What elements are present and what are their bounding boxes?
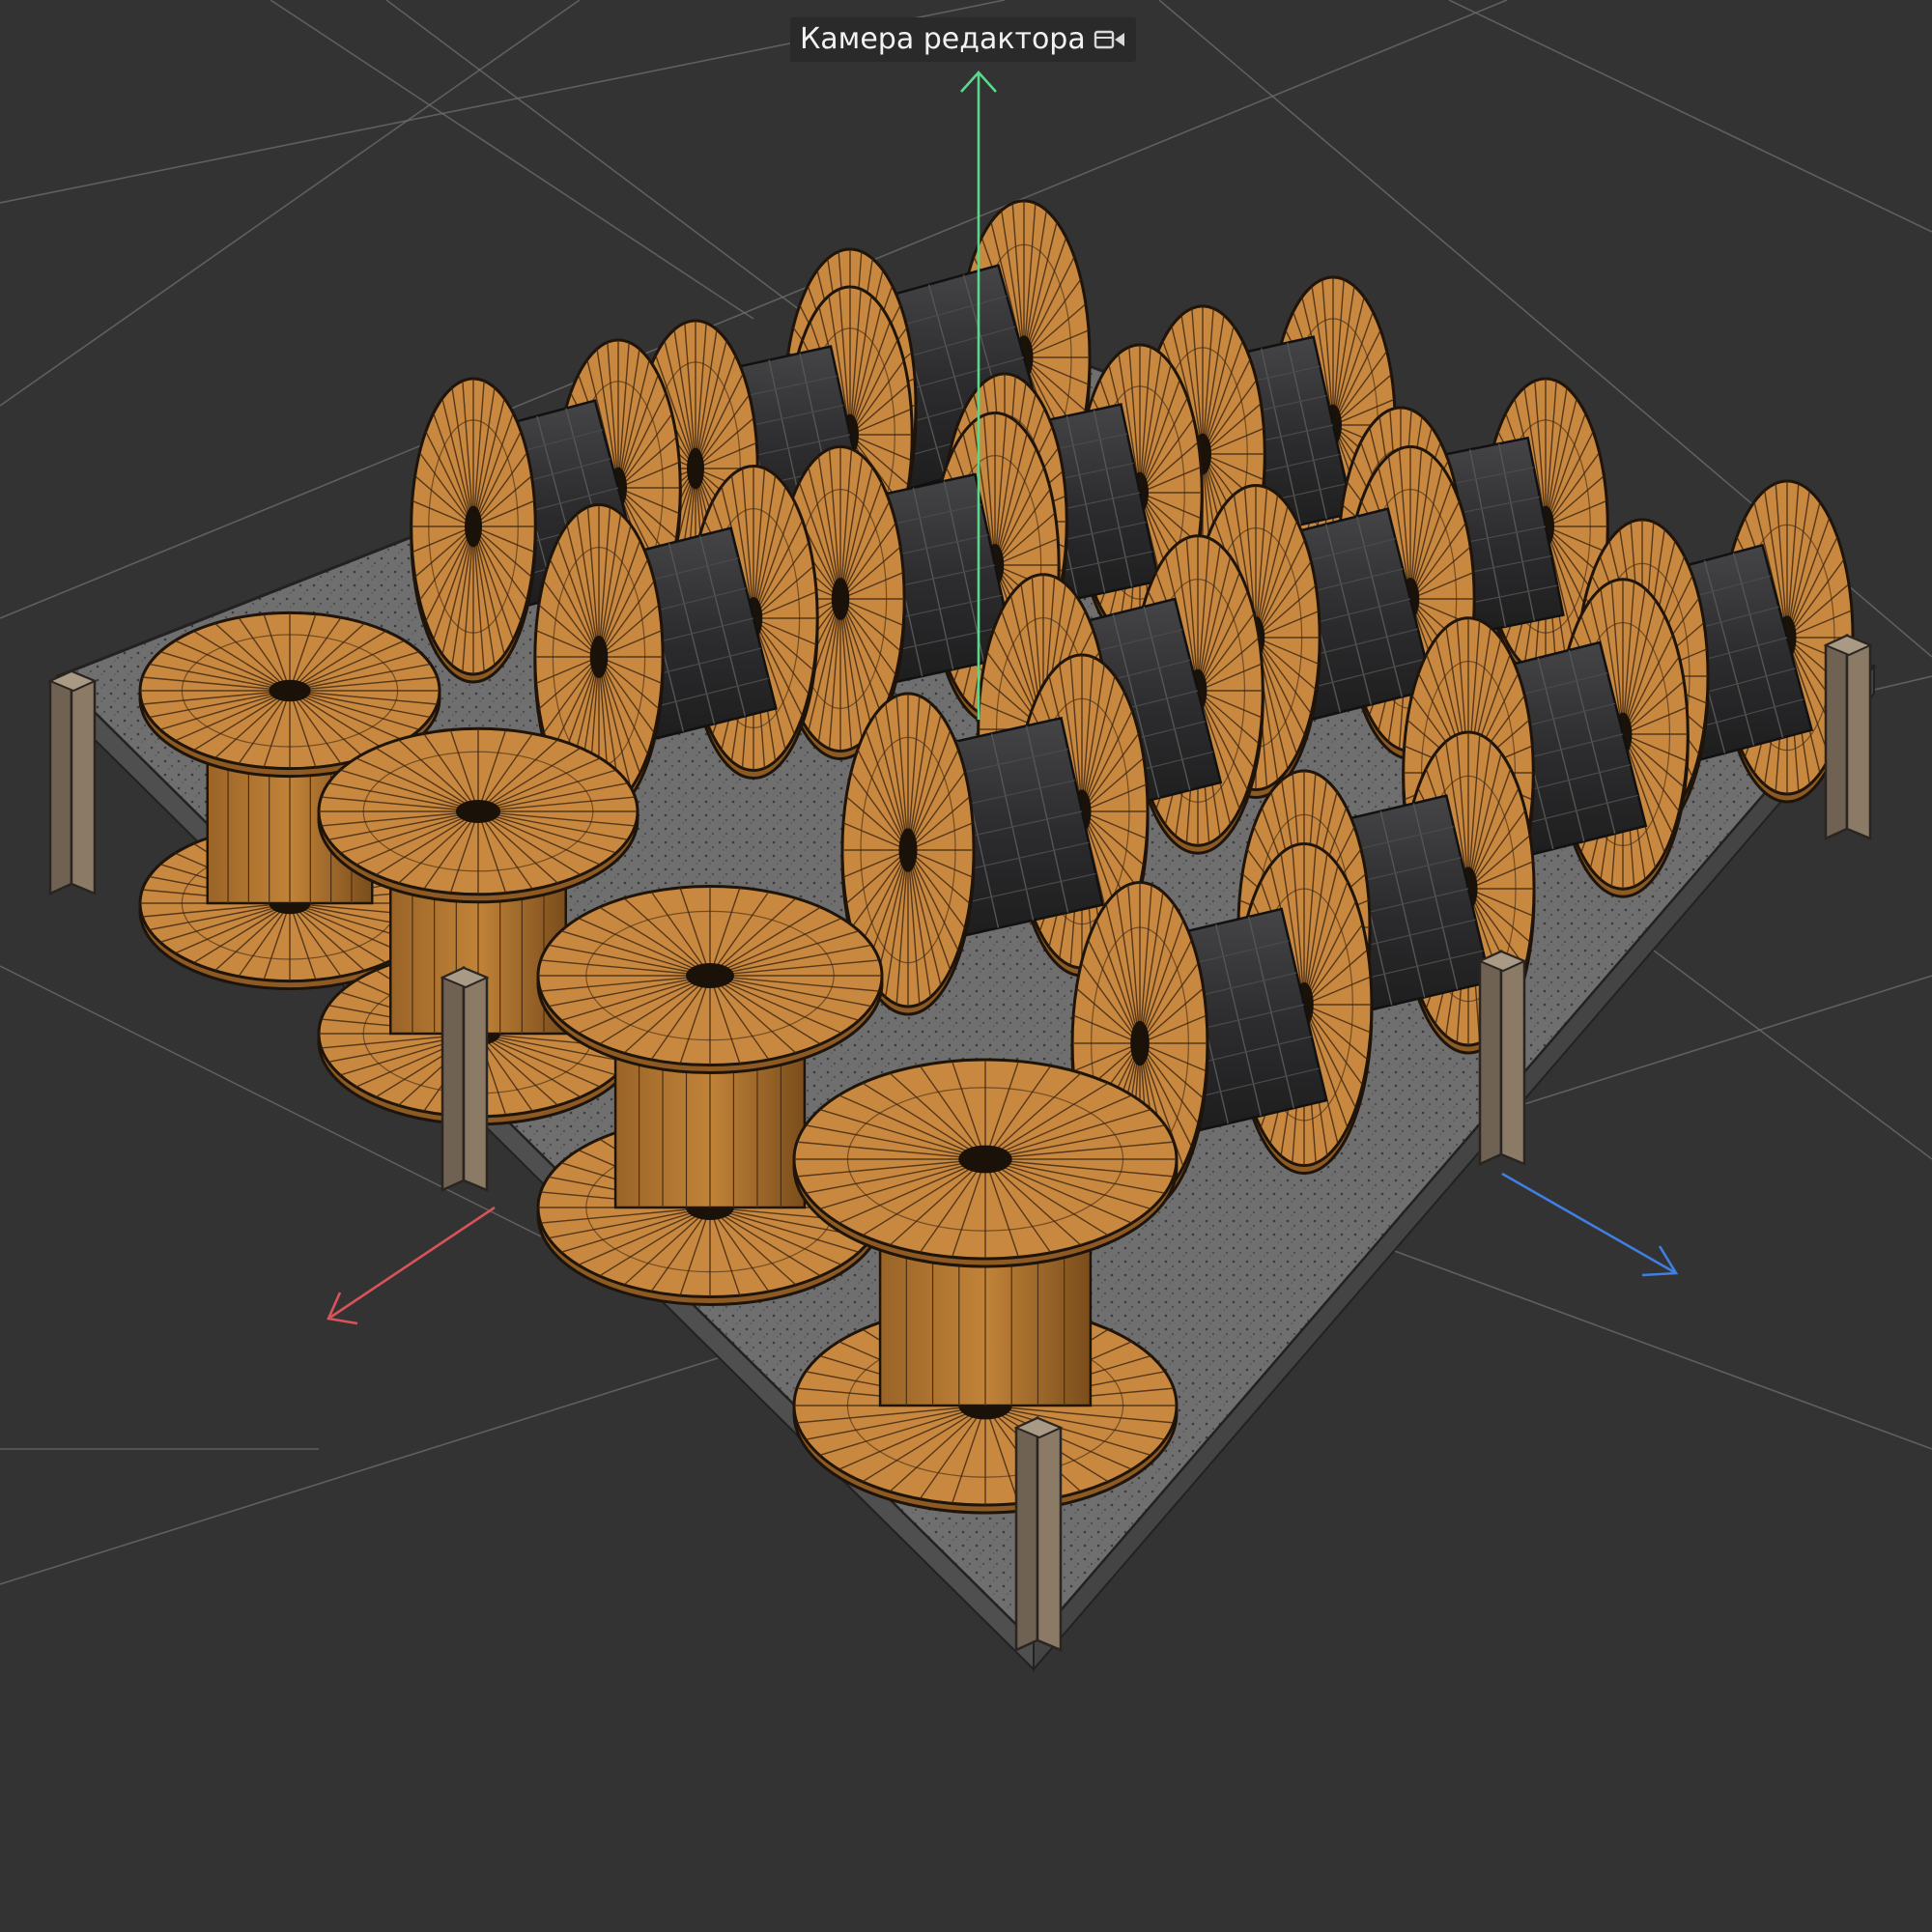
- grid-line: [0, 0, 581, 407]
- post-face-right: [1845, 634, 1872, 840]
- editor-camera-label[interactable]: Камера редактора: [790, 17, 1136, 62]
- corner-post[interactable]: [1013, 1416, 1064, 1652]
- post-face-right: [1036, 1416, 1063, 1652]
- flange-hub: [269, 679, 311, 702]
- flange-hub: [1130, 1020, 1150, 1066]
- post-face-right: [1499, 950, 1526, 1166]
- corner-post[interactable]: [440, 966, 490, 1192]
- spool-flange-front[interactable]: [410, 377, 537, 684]
- z-axis-arrow[interactable]: [1501, 1172, 1677, 1275]
- camera-icon: [1094, 30, 1124, 49]
- camera-label-text: Камера редактора: [800, 22, 1086, 56]
- grid-line: [1448, 0, 1932, 233]
- scene-canvas[interactable]: [0, 0, 1932, 1932]
- post-face-left: [1478, 950, 1503, 1166]
- flange-hub: [455, 799, 501, 824]
- flange-hub: [831, 577, 850, 621]
- spool-flange-top[interactable]: [792, 1058, 1179, 1268]
- flange-hub: [687, 447, 704, 490]
- post-face-right: [70, 669, 97, 895]
- flange-hub: [465, 505, 482, 548]
- post-face-left: [1824, 634, 1849, 840]
- post-face-left: [48, 669, 73, 895]
- corner-post[interactable]: [47, 669, 98, 895]
- flange-hub: [589, 635, 609, 679]
- post-face-left: [440, 966, 466, 1192]
- corner-post[interactable]: [1823, 634, 1873, 840]
- spool-flange-top[interactable]: [536, 884, 884, 1075]
- flange-hub: [686, 963, 734, 988]
- cable-spools[interactable]: [138, 199, 1855, 1515]
- flange-hub: [958, 1145, 1012, 1174]
- post-face-right: [462, 966, 489, 1192]
- 3d-viewport[interactable]: Камера редактора: [0, 0, 1932, 1932]
- x-axis-arrow[interactable]: [327, 1206, 496, 1321]
- corner-post[interactable]: [1477, 950, 1527, 1166]
- spool-flange-top[interactable]: [317, 726, 639, 904]
- post-face-left: [1014, 1416, 1039, 1652]
- flange-hub: [898, 828, 918, 872]
